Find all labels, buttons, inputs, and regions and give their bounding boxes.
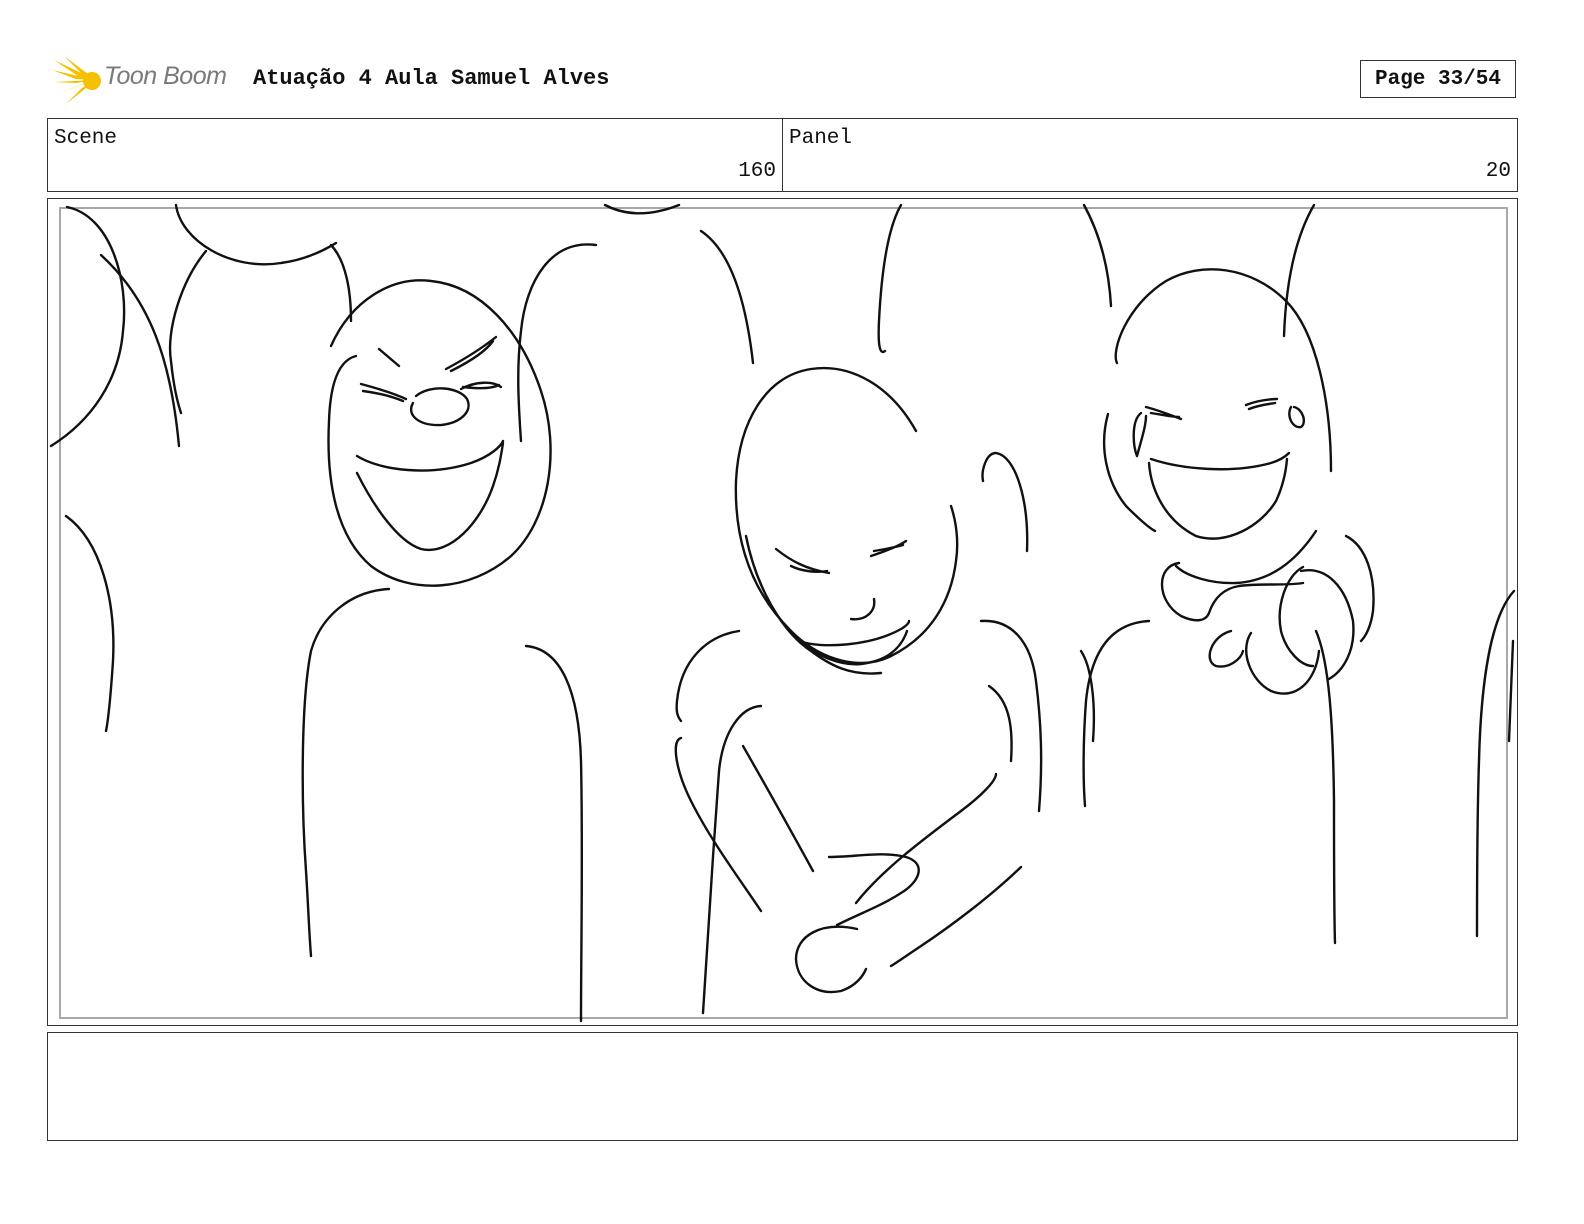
- toon-boom-logo: Toon Boom: [52, 56, 238, 106]
- star-burst-icon: [52, 56, 101, 104]
- document-title: Atuação 4 Aula Samuel Alves: [253, 66, 610, 91]
- scene-number: 160: [738, 160, 776, 183]
- page-indicator: Page 33/54: [1360, 60, 1516, 98]
- panel-label: Panel: [789, 127, 853, 150]
- panel-number: 20: [1485, 160, 1511, 183]
- storyboard-frame: [47, 198, 1518, 1026]
- scene-cell: Scene 160: [48, 119, 783, 191]
- scene-label: Scene: [54, 127, 118, 150]
- notes-box: [47, 1032, 1518, 1141]
- panel-cell: Panel 20: [783, 119, 1517, 191]
- sketch-drawing: [49, 203, 1516, 1023]
- scene-panel-info: Scene 160 Panel 20: [47, 118, 1518, 192]
- logo-text: Toon Boom: [104, 62, 227, 90]
